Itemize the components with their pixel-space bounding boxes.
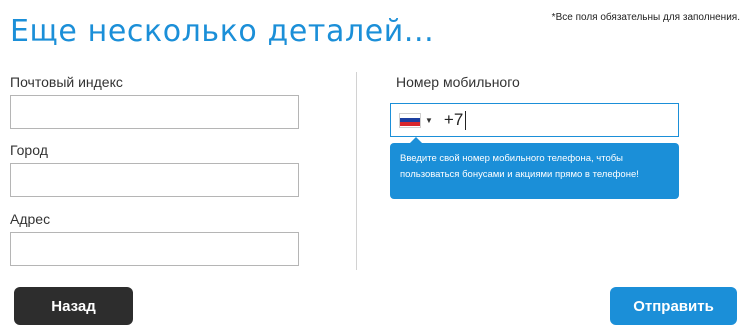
- page-title: Еще несколько деталей...: [10, 14, 435, 49]
- address-input[interactable]: [10, 232, 299, 266]
- caret-down-icon: ▼: [425, 115, 433, 125]
- column-divider: [356, 72, 357, 270]
- address-label: Адрес: [10, 211, 51, 227]
- text-cursor: [465, 110, 467, 130]
- phone-hint-tooltip: Введите свой номер мобильного телефона, …: [390, 137, 679, 199]
- phone-label: Номер мобильного: [396, 74, 520, 90]
- phone-value: +7: [443, 110, 464, 129]
- phone-input[interactable]: ▼ +7: [390, 103, 679, 137]
- back-button[interactable]: Назад: [14, 287, 133, 325]
- city-label: Город: [10, 142, 48, 158]
- country-selector[interactable]: ▼: [391, 104, 440, 136]
- city-input[interactable]: [10, 163, 299, 197]
- postal-code-input[interactable]: [10, 95, 299, 129]
- submit-button[interactable]: Отправить: [610, 287, 737, 325]
- required-fields-note: *Все поля обязательны для заполнения.: [551, 12, 740, 23]
- russia-flag-icon: [400, 113, 420, 127]
- postal-code-label: Почтовый индекс: [10, 74, 123, 90]
